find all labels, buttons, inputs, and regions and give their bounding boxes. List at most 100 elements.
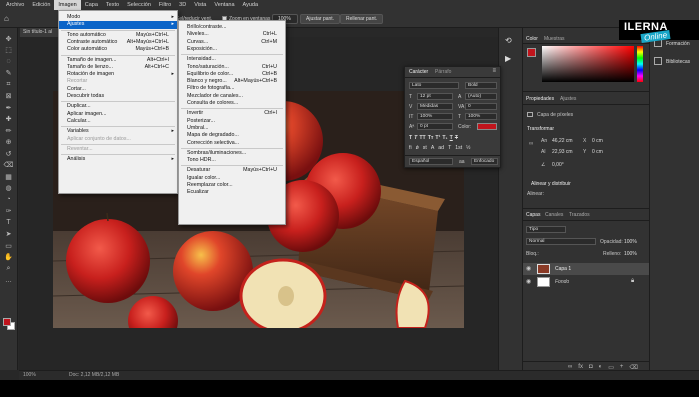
healing-tool-icon[interactable]: ✚ — [3, 115, 14, 124]
pen-tool-icon[interactable]: ✑ — [3, 207, 14, 216]
tab-channels[interactable]: Canales — [545, 212, 563, 218]
adjust-menu-item-corrección-selectiva[interactable]: Corrección selectiva... — [179, 140, 285, 148]
blend-mode-select[interactable]: Normal — [526, 238, 596, 245]
link-icon[interactable]: ∞ — [529, 141, 533, 147]
font-size-field[interactable]: 12 pt — [417, 93, 453, 100]
font-style-select[interactable]: Bold — [465, 82, 497, 89]
all-caps-button[interactable]: TT — [419, 135, 425, 141]
rectangle-tool-icon[interactable]: ▭ — [3, 241, 14, 250]
adjust-menu-item-ecualizar[interactable]: Ecualizar — [179, 189, 285, 197]
height-field[interactable]: 22,93 cm — [552, 149, 573, 155]
foreground-color-swatch[interactable] — [527, 48, 536, 57]
faux-bold-button[interactable]: T — [409, 135, 412, 141]
visibility-eye-icon[interactable]: ◉ — [526, 265, 531, 272]
faux-italic-button[interactable]: T — [414, 135, 417, 141]
tab-paths[interactable]: Trazados — [569, 212, 590, 218]
visibility-eye-icon[interactable]: ◉ — [526, 278, 531, 285]
marquee-tool-icon[interactable]: ⬚ — [3, 46, 14, 55]
hscale-field[interactable]: 100% — [465, 113, 497, 120]
crop-tool-icon[interactable]: ⌗ — [3, 80, 14, 89]
zoom-tool-icon[interactable]: ⌕ — [3, 264, 14, 273]
menu-texto[interactable]: Texto — [102, 0, 123, 10]
blur-tool-icon[interactable]: ◍ — [3, 184, 14, 193]
tab-character[interactable]: Carácter — [409, 69, 428, 75]
angle-field[interactable]: 0,00° — [552, 162, 564, 168]
fill-screen-button[interactable]: Rellenar pant. — [340, 14, 384, 24]
eraser-tool-icon[interactable]: ⌫ — [3, 161, 14, 170]
hand-tool-icon[interactable]: ✋ — [3, 253, 14, 262]
fit-screen-button[interactable]: Ajustar pant. — [300, 14, 341, 24]
menu-imagen[interactable]: Imagen — [54, 0, 81, 10]
actions-icon[interactable]: ▶ — [505, 54, 517, 66]
menu-filtro[interactable]: Filtro — [155, 0, 175, 10]
gradient-tool-icon[interactable]: ▦ — [3, 172, 14, 181]
type-tool-icon[interactable]: T — [3, 218, 14, 227]
menu-vista[interactable]: Vista — [190, 0, 210, 10]
panel-menu-icon[interactable]: ≡ — [492, 68, 496, 74]
foreground-swatch[interactable] — [3, 318, 11, 326]
tab-layers[interactable]: Capas — [526, 212, 540, 218]
stylistic-alternates-button[interactable]: A — [431, 145, 434, 151]
antialias-select[interactable]: Enfocado — [471, 158, 498, 165]
adjust-menu-item-tono-hdr[interactable]: Tono HDR... — [179, 157, 285, 165]
fractions-button[interactable]: 1st — [455, 145, 462, 151]
image-menu-item-calcular[interactable]: Calcular... — [59, 118, 177, 126]
image-menu-item-ajustes[interactable]: Ajustes ▸ — [59, 21, 177, 29]
menu-3d[interactable]: 3D — [175, 0, 190, 10]
section-align[interactable]: Alinear y distribuir — [531, 181, 571, 187]
status-zoom[interactable]: 100% — [23, 371, 36, 380]
strikethrough-button[interactable]: T — [455, 135, 458, 141]
lasso-tool-icon[interactable]: ◌ — [3, 57, 14, 66]
tab-paragraph[interactable]: Párrafo — [435, 69, 451, 75]
menu-ayuda[interactable]: Ayuda — [239, 0, 263, 10]
language-select[interactable]: Español — [409, 158, 453, 165]
section-transform[interactable]: Transformar — [527, 126, 554, 132]
move-tool-icon[interactable]: ✥ — [3, 34, 14, 43]
fraction-button[interactable]: ½ — [466, 145, 470, 151]
layer-filter-select[interactable]: Tipo — [526, 226, 566, 233]
discretionary-ligatures-button[interactable]: ǿ — [416, 145, 419, 151]
menu-archivo[interactable]: Archivo — [2, 0, 28, 10]
leading-field[interactable]: (Auto) — [465, 93, 497, 100]
vscale-field[interactable]: 100% — [417, 113, 453, 120]
adjust-menu-item-exposición[interactable]: Exposición... — [179, 46, 285, 54]
history-brush-tool-icon[interactable]: ↺ — [3, 149, 14, 158]
history-icon[interactable]: ⟲ — [505, 36, 517, 48]
titling-button[interactable]: ad — [438, 145, 444, 151]
superscript-button[interactable]: T¹ — [435, 135, 440, 141]
baseline-field[interactable]: 0 pt — [417, 123, 453, 130]
layer-name[interactable]: Capa 1 — [555, 266, 571, 272]
brush-tool-icon[interactable]: ✏ — [3, 126, 14, 135]
x-field[interactable]: 0 cm — [592, 138, 603, 144]
layer-row-fondo[interactable]: ◉ Fondo 🔒︎ — [523, 276, 649, 288]
opacity-field[interactable]: 100% — [624, 239, 637, 245]
menu-ventana[interactable]: Ventana — [210, 0, 238, 10]
tab-color[interactable]: Color — [526, 36, 538, 42]
home-icon[interactable]: ⌂ — [4, 14, 14, 24]
small-caps-button[interactable]: Tт — [428, 135, 434, 141]
width-field[interactable]: 46,22 cm — [552, 138, 573, 144]
path-select-tool-icon[interactable]: ➤ — [3, 230, 14, 239]
image-menu-item-análisis[interactable]: Análisis ▸ — [59, 156, 177, 164]
menu-selección[interactable]: Selección — [123, 0, 155, 10]
eyedropper-tool-icon[interactable]: ✒ — [3, 103, 14, 112]
menu-edición[interactable]: Edición — [28, 0, 54, 10]
layer-name[interactable]: Fondo — [555, 279, 569, 285]
ligatures-button[interactable]: fi — [409, 145, 412, 151]
menu-capa[interactable]: Capa — [81, 0, 102, 10]
ordinals-button[interactable]: T — [448, 145, 451, 151]
subscript-button[interactable]: T₁ — [442, 135, 447, 141]
tab-properties[interactable]: Propiedades — [526, 96, 554, 102]
swash-button[interactable]: st — [423, 145, 427, 151]
font-family-select[interactable]: Lato — [409, 82, 459, 89]
edit-toolbar-tool-icon[interactable]: … — [3, 276, 14, 285]
underline-button[interactable]: T — [450, 135, 453, 141]
tracking-field[interactable]: 0 — [465, 103, 497, 110]
image-menu-item-color-automático[interactable]: Color automático Mayús+Ctrl+B — [59, 46, 177, 54]
layer-row-capa1[interactable]: ◉ Capa 1 — [523, 263, 649, 275]
clone-stamp-tool-icon[interactable]: ⊕ — [3, 138, 14, 147]
image-menu-item-descubrir-todas[interactable]: Descubrir todas — [59, 93, 177, 101]
tab-swatches[interactable]: Muestras — [544, 36, 565, 42]
y-field[interactable]: 0 cm — [592, 149, 603, 155]
tab-adjustments[interactable]: Ajustes — [560, 96, 576, 102]
